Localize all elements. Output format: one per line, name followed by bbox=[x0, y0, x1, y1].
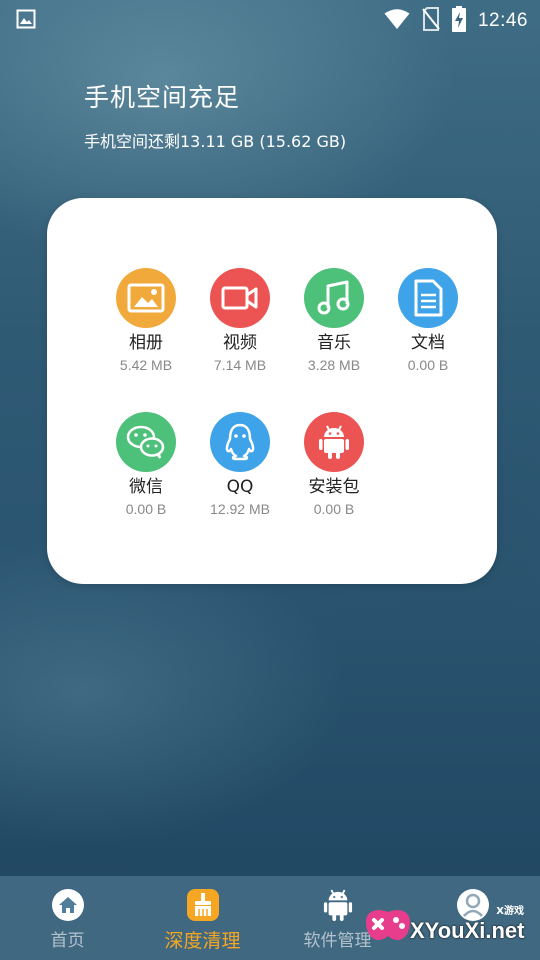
android-icon bbox=[323, 888, 353, 922]
category-label: 文档 bbox=[411, 333, 445, 353]
category-size: 0.00 B bbox=[407, 357, 449, 373]
nav-home[interactable]: 首页 bbox=[0, 876, 135, 960]
category-label: QQ bbox=[226, 477, 254, 497]
category-size: 0.00 B bbox=[313, 501, 355, 517]
category-qq[interactable]: QQ 12.92 MB bbox=[193, 412, 287, 518]
category-label: 音乐 bbox=[317, 333, 351, 353]
video-icon bbox=[210, 268, 270, 328]
page-title: 手机空间充足 bbox=[84, 83, 241, 112]
qq-icon bbox=[210, 412, 270, 472]
status-bar: 12:46 bbox=[0, 0, 540, 38]
category-photos[interactable]: 相册 5.42 MB bbox=[99, 268, 193, 374]
storage-summary: 手机空间还剩13.11 GB (15.62 GB) bbox=[84, 132, 347, 151]
document-icon bbox=[398, 268, 458, 328]
wifi-icon bbox=[384, 8, 410, 34]
music-icon bbox=[304, 268, 364, 328]
home-icon bbox=[51, 888, 85, 922]
category-grid: 相册 5.42 MB 视频 7.14 MB 音乐 3.28 MB 文档 0.00… bbox=[99, 268, 475, 518]
category-card: 相册 5.42 MB 视频 7.14 MB 音乐 3.28 MB 文档 0.00… bbox=[47, 198, 497, 584]
category-size: 0.00 B bbox=[125, 501, 167, 517]
android-icon bbox=[304, 412, 364, 472]
broom-icon bbox=[186, 888, 220, 922]
category-label: 视频 bbox=[223, 333, 257, 353]
category-label: 安装包 bbox=[308, 477, 360, 497]
nav-label: 深度清理 bbox=[164, 930, 241, 952]
category-apk[interactable]: 安装包 0.00 B bbox=[287, 412, 381, 518]
watermark: X游戏 XYouXi.net bbox=[360, 896, 536, 952]
watermark-text: XYouXi.net bbox=[410, 918, 525, 943]
watermark-small-text: X游戏 bbox=[496, 906, 524, 917]
gamepad-logo-icon bbox=[366, 910, 410, 941]
status-time: 12:46 bbox=[477, 10, 528, 31]
category-videos[interactable]: 视频 7.14 MB bbox=[193, 268, 287, 374]
photo-icon bbox=[116, 268, 176, 328]
battery-charging-icon bbox=[451, 6, 466, 36]
no-sim-icon bbox=[422, 7, 440, 35]
category-size: 5.42 MB bbox=[119, 357, 173, 373]
nav-deep-clean[interactable]: 深度清理 bbox=[135, 876, 270, 960]
category-documents[interactable]: 文档 0.00 B bbox=[381, 268, 475, 374]
image-icon bbox=[16, 9, 36, 33]
category-music[interactable]: 音乐 3.28 MB bbox=[287, 268, 381, 374]
category-size: 7.14 MB bbox=[213, 357, 267, 373]
category-label: 微信 bbox=[129, 477, 163, 497]
category-wechat[interactable]: 微信 0.00 B bbox=[99, 412, 193, 518]
category-size: 3.28 MB bbox=[307, 357, 361, 373]
category-size: 12.92 MB bbox=[210, 501, 270, 517]
nav-label: 首页 bbox=[50, 931, 85, 951]
category-label: 相册 bbox=[129, 333, 163, 353]
wechat-icon bbox=[116, 412, 176, 472]
